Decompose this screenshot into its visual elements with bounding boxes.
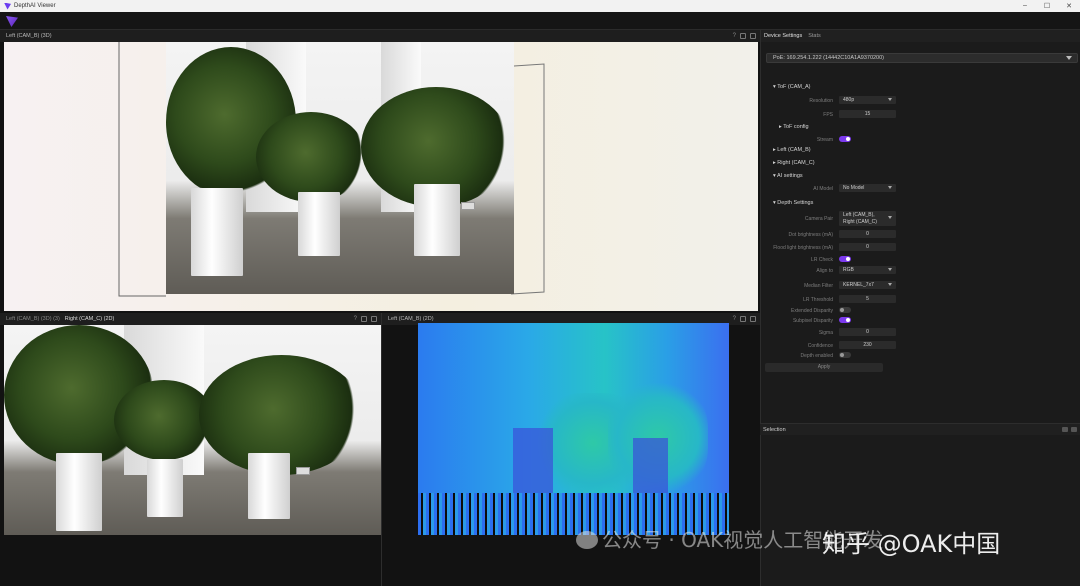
- watermark-zhihu: 知乎 @OAK中国: [822, 530, 1001, 558]
- collapse-icon[interactable]: [1062, 427, 1068, 432]
- extended-disparity-toggle[interactable]: [839, 307, 851, 313]
- point-cloud-image: [166, 42, 514, 294]
- depth-enabled-label: Depth enabled: [800, 353, 833, 359]
- extended-disparity-label: Extended Disparity: [791, 308, 833, 314]
- flood-brightness-label: Flood light brightness (mA): [773, 245, 833, 251]
- confidence-label: Confidence: [807, 343, 833, 349]
- tab-device-settings[interactable]: Device Settings: [764, 33, 802, 39]
- tab-right-2d[interactable]: Right (CAM_C) (2D): [65, 316, 115, 322]
- camera-pair-select[interactable]: Left (CAM_B), Right (CAM_C): [839, 211, 896, 226]
- panel-title: Left (CAM_B) (2D): [388, 316, 434, 322]
- lr-threshold-input[interactable]: 5: [839, 295, 896, 303]
- view-3d-panel: Left (CAM_B) (3D) ?: [0, 30, 760, 313]
- median-filter-label: Median Filter: [804, 283, 833, 289]
- selection-panel-header: Selection: [760, 423, 1080, 435]
- align-to-value: RGB: [843, 267, 854, 273]
- ai-model-label: AI Model: [813, 186, 833, 192]
- fps-input[interactable]: 15: [839, 110, 896, 118]
- stream-toggle[interactable]: [839, 136, 851, 142]
- subpixel-disparity-toggle[interactable]: [839, 317, 851, 323]
- depth-map-image[interactable]: [418, 323, 729, 535]
- chevron-down-icon: [888, 283, 892, 286]
- lr-threshold-label: LR Threshold: [803, 297, 833, 303]
- lr-check-label: LR Check: [811, 257, 833, 263]
- ai-model-select[interactable]: No Model: [839, 184, 896, 192]
- point-cloud-view[interactable]: [4, 42, 758, 311]
- maximize-button[interactable]: ☐: [1036, 2, 1058, 10]
- panel-header: Left (CAM_B) (3D) (3) Right (CAM_C) (2D)…: [0, 313, 381, 325]
- flood-brightness-input[interactable]: 0: [839, 243, 896, 251]
- align-to-select[interactable]: RGB: [839, 266, 896, 274]
- chevron-down-icon: [1066, 56, 1072, 60]
- median-filter-value: KERNEL_7x7: [843, 282, 874, 288]
- window-title: DepthAI Viewer: [14, 3, 56, 9]
- chevron-down-icon: [888, 216, 892, 219]
- ai-model-value: No Model: [843, 185, 865, 191]
- device-select-value: PoE: 169.254.1.222 (14442C10A1A9370200): [773, 55, 885, 61]
- apply-button[interactable]: Apply: [765, 363, 883, 372]
- chevron-down-icon: [888, 98, 892, 101]
- help-icon[interactable]: ?: [733, 316, 736, 322]
- tab-left-3d[interactable]: Left (CAM_B) (3D) (3): [6, 316, 60, 322]
- dot-brightness-input[interactable]: 0: [839, 230, 896, 238]
- help-icon[interactable]: ?: [354, 316, 357, 322]
- median-filter-select[interactable]: KERNEL_7x7: [839, 281, 896, 289]
- wechat-icon: [576, 531, 598, 549]
- minimize-button[interactable]: –: [1014, 2, 1036, 10]
- selection-title: Selection: [763, 427, 786, 433]
- depthai-logo-icon[interactable]: [6, 16, 18, 27]
- section-ai[interactable]: ▾ AI settings: [773, 173, 803, 179]
- panel-title: Left (CAM_B) (3D): [6, 33, 52, 39]
- camera-2d-panel: Left (CAM_B) (3D) (3) Right (CAM_C) (2D)…: [0, 313, 381, 586]
- tof-config-toggle[interactable]: ▸ ToF config: [779, 124, 809, 130]
- chevron-down-icon: [888, 268, 892, 271]
- tab-stats[interactable]: Stats: [808, 33, 821, 39]
- expand-icon[interactable]: [371, 316, 377, 322]
- sigma-label: Sigma: [818, 330, 833, 336]
- camera-pair-value-2: Right (CAM_C): [843, 218, 877, 225]
- section-tof[interactable]: ▾ ToF (CAM_A): [773, 84, 811, 90]
- section-depth[interactable]: ▾ Depth Settings: [773, 200, 813, 206]
- chevron-down-icon: [888, 186, 892, 189]
- resolution-label: Resolution: [809, 98, 833, 104]
- stream-label: Stream: [816, 137, 833, 143]
- help-icon[interactable]: ?: [733, 33, 736, 39]
- right-camera-image[interactable]: [4, 325, 381, 535]
- device-select[interactable]: PoE: 169.254.1.222 (14442C10A1A9370200): [766, 53, 1078, 63]
- lr-check-toggle[interactable]: [839, 256, 851, 262]
- expand-icon[interactable]: [750, 33, 756, 39]
- sigma-input[interactable]: 0: [839, 328, 896, 336]
- fps-label: FPS: [823, 112, 833, 118]
- confidence-input[interactable]: 230: [839, 341, 896, 349]
- panel-header: Left (CAM_B) (3D) ?: [0, 30, 760, 42]
- camera-pair-label: Camera Pair: [804, 216, 833, 222]
- section-right-cam[interactable]: ▸ Right (CAM_C): [773, 160, 815, 166]
- section-left-cam[interactable]: ▸ Left (CAM_B): [773, 147, 811, 153]
- expand-icon[interactable]: [750, 316, 756, 322]
- app-toolbar: [0, 12, 1080, 30]
- resolution-value: 480p: [843, 97, 855, 103]
- depth-enabled-toggle[interactable]: [839, 352, 851, 358]
- maximize-view-icon[interactable]: [740, 316, 746, 322]
- maximize-view-icon[interactable]: [361, 316, 367, 322]
- subpixel-disparity-label: Subpixel Disparity: [792, 318, 833, 324]
- maximize-view-icon[interactable]: [740, 33, 746, 39]
- app-icon: [4, 2, 11, 10]
- resolution-select[interactable]: 480p: [839, 96, 896, 104]
- close-panel-icon[interactable]: [1071, 427, 1077, 432]
- dot-brightness-label: Dot brightness (mA): [788, 232, 833, 238]
- align-to-label: Align to: [816, 268, 833, 274]
- close-button[interactable]: ✕: [1058, 2, 1080, 10]
- window-titlebar: DepthAI Viewer – ☐ ✕: [0, 0, 1080, 12]
